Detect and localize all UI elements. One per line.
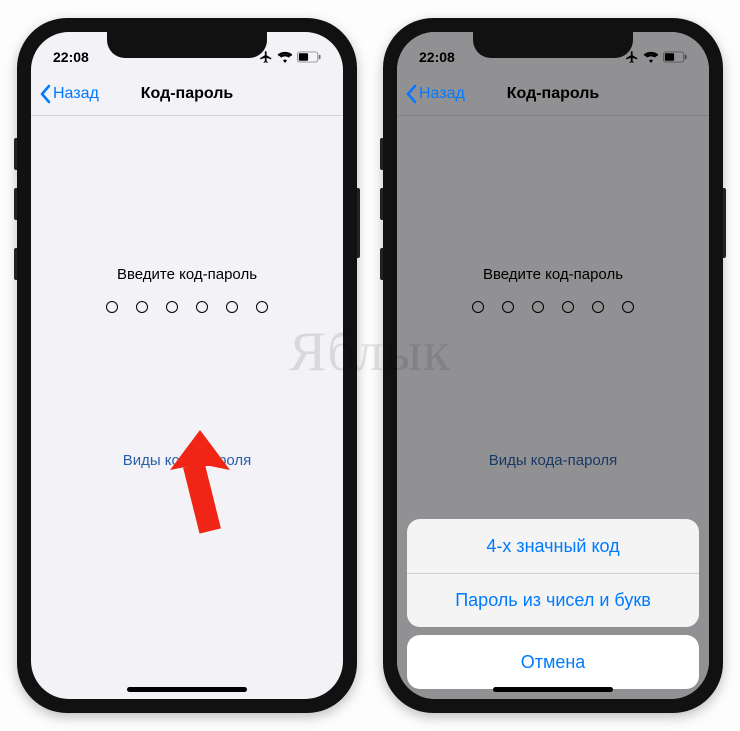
content: Введите код-пароль Виды кода-пароля <box>31 116 343 699</box>
passcode-dot <box>256 301 268 313</box>
option-4digit[interactable]: 4-х значный код <box>407 519 699 573</box>
cancel-button[interactable]: Отмена <box>407 635 699 689</box>
wifi-icon <box>643 51 659 63</box>
nav-title: Код-пароль <box>507 85 600 103</box>
battery-icon <box>297 51 321 63</box>
passcode-dot <box>226 301 238 313</box>
notch <box>107 32 267 58</box>
phone-left: 22:08 Назад Код-пароль Введите код-парол… <box>17 18 357 713</box>
nav-bar: Назад Код-пароль <box>31 72 343 116</box>
back-button[interactable]: Назад <box>405 72 465 116</box>
back-button[interactable]: Назад <box>39 72 99 116</box>
status-icons <box>259 50 321 64</box>
notch <box>473 32 633 58</box>
battery-icon <box>663 51 687 63</box>
nav-bar: Назад Код-пароль <box>397 72 709 116</box>
status-time: 22:08 <box>419 49 455 65</box>
passcode-options-link[interactable]: Виды кода-пароля <box>31 452 343 469</box>
wifi-icon <box>277 51 293 63</box>
home-indicator[interactable] <box>493 687 613 692</box>
screen: 22:08 Назад Код-пароль Введите код-парол… <box>397 32 709 699</box>
screen: 22:08 Назад Код-пароль Введите код-парол… <box>31 32 343 699</box>
passcode-dots <box>106 301 268 313</box>
action-sheet-group: 4-х значный код Пароль из чисел и букв <box>407 519 699 627</box>
passcode-dot <box>136 301 148 313</box>
status-time: 22:08 <box>53 49 89 65</box>
back-label: Назад <box>53 85 99 103</box>
home-indicator[interactable] <box>127 687 247 692</box>
passcode-dot <box>106 301 118 313</box>
passcode-prompt: Введите код-пароль <box>117 266 257 283</box>
passcode-dot <box>196 301 208 313</box>
back-label: Назад <box>419 85 465 103</box>
passcode-dot <box>166 301 178 313</box>
chevron-left-icon <box>405 84 417 104</box>
chevron-left-icon <box>39 84 51 104</box>
action-sheet: 4-х значный код Пароль из чисел и букв О… <box>407 519 699 689</box>
phone-right: 22:08 Назад Код-пароль Введите код-парол… <box>383 18 723 713</box>
status-icons <box>625 50 687 64</box>
nav-title: Код-пароль <box>141 85 234 103</box>
option-alphanumeric[interactable]: Пароль из чисел и букв <box>407 573 699 627</box>
